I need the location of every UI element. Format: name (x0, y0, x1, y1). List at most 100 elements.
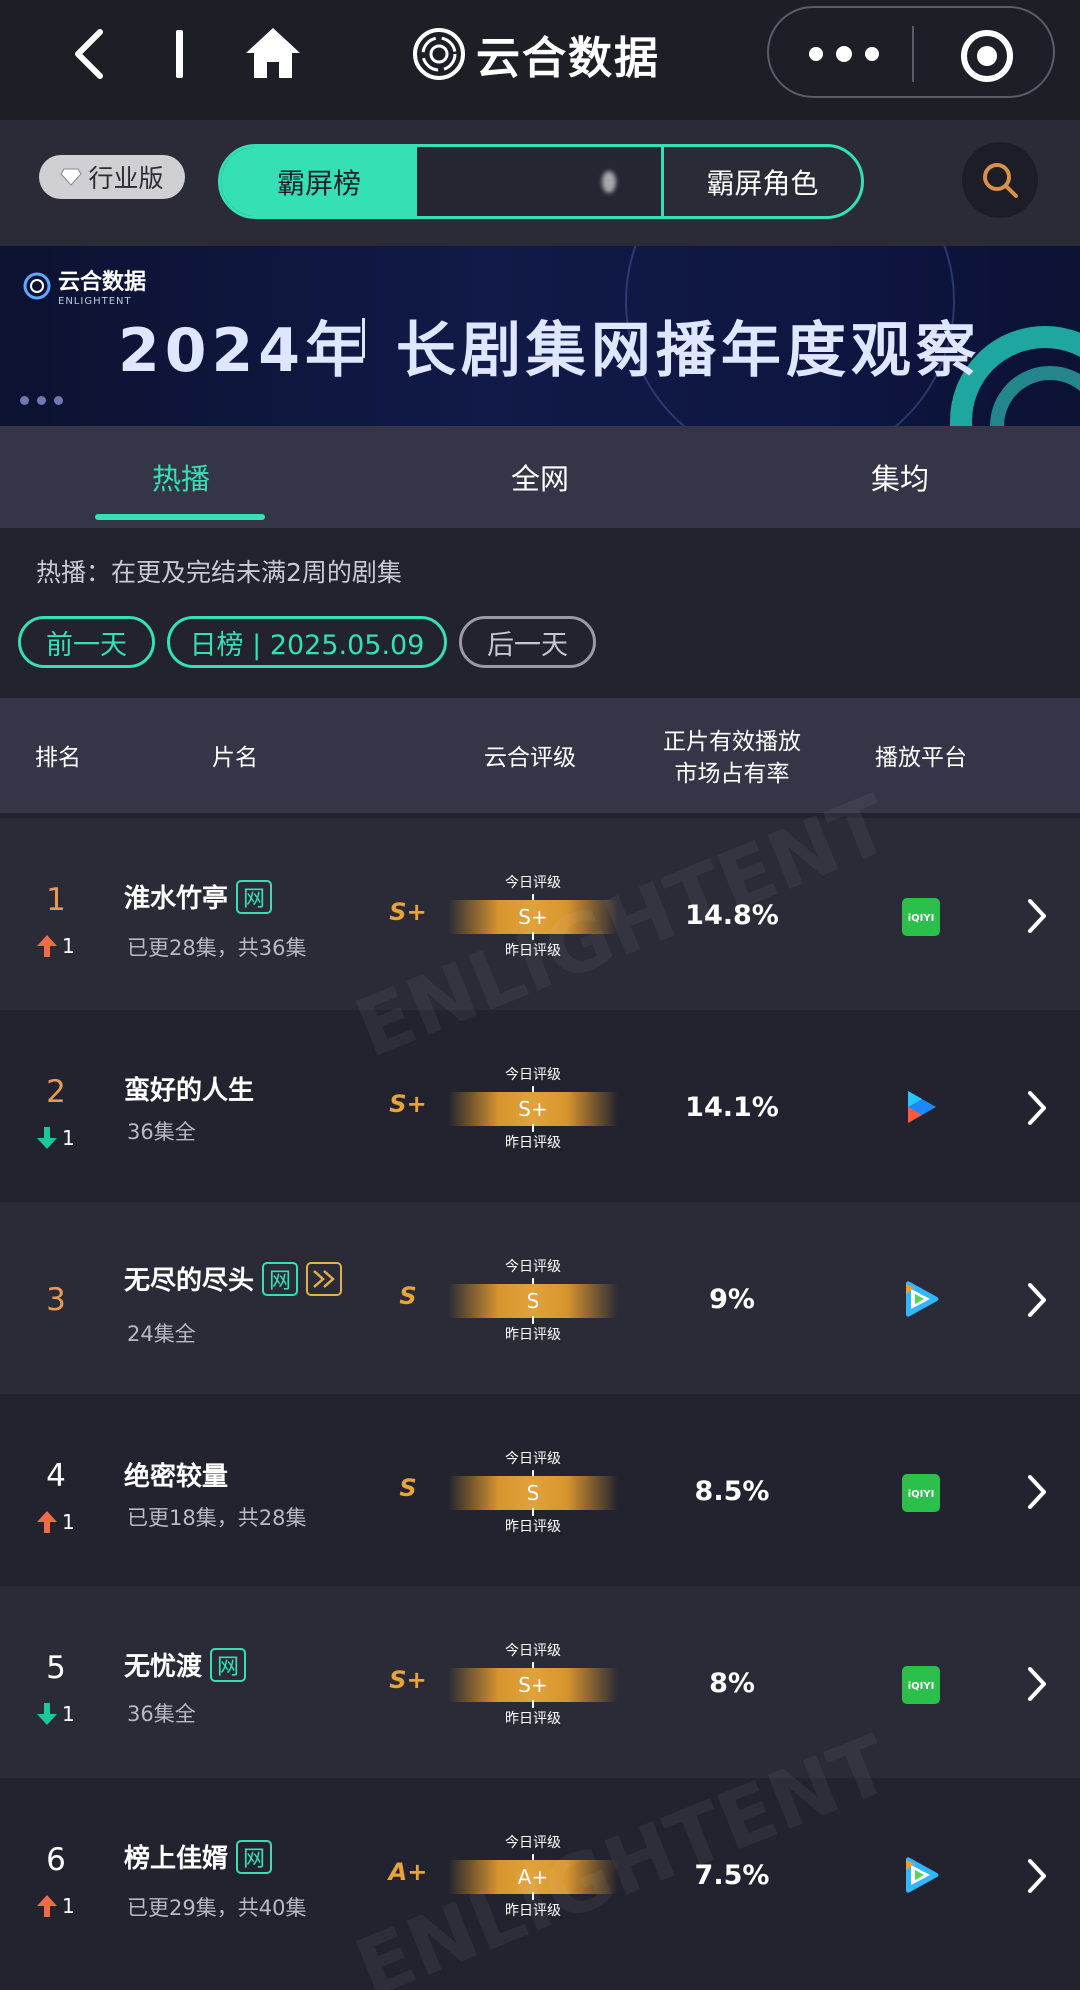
chevron-right-icon[interactable] (1026, 1474, 1048, 1510)
svg-text:iQIYI: iQIYI (908, 1681, 935, 1692)
grade-value: S+ (448, 900, 618, 934)
iqiyi-icon: iQIYI (902, 898, 940, 936)
iqiyi-icon: iQIYI (902, 1474, 940, 1512)
grade-bar: 今日评级 S+ 昨日评级 (448, 1640, 618, 1730)
banner-pagination (20, 396, 63, 405)
search-button[interactable] (962, 142, 1038, 218)
more-icon[interactable] (809, 34, 879, 74)
col-platform: 播放平台 (875, 745, 967, 771)
next-day-button[interactable]: 后一天 (459, 616, 596, 668)
today-grade-label: 今日评级 (505, 1259, 561, 1275)
arrow-up-icon (37, 1511, 57, 1533)
chevron-right-icon[interactable] (1026, 1090, 1048, 1126)
date-selector[interactable]: 日榜 | 2025.05.09 (167, 616, 447, 668)
grade-bar: 今日评级 S 昨日评级 (448, 1448, 618, 1538)
chevron-right-icon[interactable] (1026, 1858, 1048, 1894)
arrow-up-icon (37, 1895, 57, 1917)
today-grade-label: 今日评级 (505, 875, 561, 891)
top-nav: 云合数据 (0, 0, 1080, 120)
banner-logo: 云合数据 ENLIGHTENT (22, 264, 146, 307)
yesterday-grade-label: 昨日评级 (505, 1903, 561, 1919)
web-drama-tag: 网 (262, 1261, 299, 1296)
prev-day-button[interactable]: 前一天 (18, 616, 155, 668)
table-row[interactable]: 4 1 绝密较量 已更18集，共28集 S 今日评级 S 昨日评级 8.5% i… (0, 1394, 1080, 1586)
chevron-right-icon[interactable] (1026, 898, 1048, 934)
rank-change: 1 (36, 1126, 75, 1150)
rank-change: 1 (36, 1894, 75, 1918)
banner-title-separator (362, 318, 365, 358)
tencent-video-icon (906, 1857, 939, 1893)
drama-title-text: 榜上佳婿 (124, 1844, 229, 1874)
back-icon[interactable] (62, 24, 118, 84)
market-share: 14.8% (685, 900, 779, 931)
grade-value: A+ (448, 1860, 618, 1894)
today-grade-label: 今日评级 (505, 1643, 561, 1659)
yesterday-grade-label: 昨日评级 (505, 943, 561, 959)
close-mini-program-icon[interactable] (961, 30, 1013, 82)
web-drama-tag: 网 (210, 1647, 247, 1682)
segment-dominance-roles[interactable]: 霸屏角色 (664, 147, 861, 216)
drama-title[interactable]: 淮水竹亭 网 (124, 878, 273, 915)
table-row[interactable]: 1 1 淮水竹亭 网 已更28集，共36集 S+ 今日评级 S+ 昨日评级 14… (0, 818, 1080, 1010)
segment-blurred[interactable] (417, 147, 664, 216)
chevron-right-icon[interactable] (1026, 1666, 1048, 1702)
yesterday-grade-label: 昨日评级 (505, 1135, 561, 1151)
banner-logo-icon (23, 272, 51, 299)
youku-icon (908, 1091, 936, 1123)
tab-hot[interactable]: 热播 (152, 456, 210, 498)
ranking-segment-control: 霸屏榜 霸屏角色 (218, 144, 864, 219)
episode-status: 已更29集，共40集 (127, 1896, 307, 1920)
arrow-down-icon (37, 1703, 57, 1725)
rank-number: 5 (46, 1650, 66, 1686)
drama-title[interactable]: 绝密较量 (124, 1456, 228, 1493)
grade-label: S+ (389, 1090, 427, 1118)
grade-label: A+ (388, 1858, 428, 1886)
yesterday-grade-label: 昨日评级 (505, 1327, 561, 1343)
yesterday-grade-label: 昨日评级 (505, 1519, 561, 1535)
table-row[interactable]: 6 1 榜上佳婿 网 已更29集，共40集 A+ 今日评级 A+ 昨日评级 7.… (0, 1778, 1080, 1970)
segment-dominance-list[interactable]: 霸屏榜 (221, 147, 417, 216)
table-row[interactable]: 2 1 蛮好的人生 36集全 S+ 今日评级 S+ 昨日评级 14.1% (0, 1010, 1080, 1202)
col-rank: 排名 (35, 745, 81, 771)
search-icon (983, 163, 1018, 198)
drama-title[interactable]: 蛮好的人生 (124, 1070, 254, 1107)
diamond-icon (60, 168, 83, 186)
rank-change: 1 (36, 1702, 75, 1726)
episode-status: 已更28集，共36集 (127, 936, 307, 960)
industry-edition-button[interactable]: 行业版 (39, 155, 185, 199)
list-description: 热播：在更及完结未满2周的剧集 (36, 558, 402, 587)
drama-title-text: 蛮好的人生 (124, 1076, 255, 1106)
fast-forward-tag (306, 1261, 343, 1296)
market-share: 9% (709, 1284, 755, 1315)
drama-title[interactable]: 榜上佳婿 网 (124, 1838, 273, 1875)
blurred-label (602, 170, 616, 193)
table-row[interactable]: 5 1 无忧渡 网 36集全 S+ 今日评级 S+ 昨日评级 8% iQIYI (0, 1586, 1080, 1778)
home-icon[interactable] (244, 26, 302, 80)
rank-number: 3 (46, 1282, 66, 1318)
episode-status: 36集全 (127, 1702, 196, 1726)
chevron-right-icon[interactable] (1026, 1282, 1048, 1318)
mini-program-capsule (767, 6, 1055, 98)
fast-forward-icon (313, 1269, 335, 1288)
svg-text:iQIYI: iQIYI (908, 1489, 935, 1500)
tab-all-network[interactable]: 全网 (511, 456, 569, 498)
ranking-tabs: 热播 全网 集均 (0, 426, 1080, 528)
drama-title[interactable]: 无忧渡 网 (124, 1646, 247, 1683)
tab-per-episode[interactable]: 集均 (871, 456, 929, 498)
grade-value: S (448, 1284, 618, 1318)
grade-bar: 今日评级 S+ 昨日评级 (448, 872, 618, 962)
industry-edition-label: 行业版 (88, 164, 164, 193)
table-row[interactable]: 3 无尽的尽头 网 24集全 S 今日评级 S 昨日评级 9% (0, 1202, 1080, 1394)
today-grade-label: 今日评级 (505, 1451, 561, 1467)
episode-status: 已更18集，共28集 (127, 1506, 307, 1530)
rank-number: 6 (46, 1842, 66, 1878)
grade-label: S (399, 1474, 417, 1502)
rank-number: 4 (46, 1458, 66, 1494)
drama-title[interactable]: 无尽的尽头 网 (124, 1260, 343, 1297)
col-share-line2: 市场占有率 (674, 761, 790, 787)
table-header: 排名 片名 云合评级 正片有效播放 市场占有率 播放平台 (0, 698, 1080, 813)
grade-bar: 今日评级 S 昨日评级 (448, 1256, 618, 1346)
web-drama-tag: 网 (236, 879, 273, 914)
promo-banner[interactable]: 云合数据 ENLIGHTENT 2024年 长剧集网播年度观察 (0, 246, 1080, 426)
today-grade-label: 今日评级 (505, 1835, 561, 1851)
